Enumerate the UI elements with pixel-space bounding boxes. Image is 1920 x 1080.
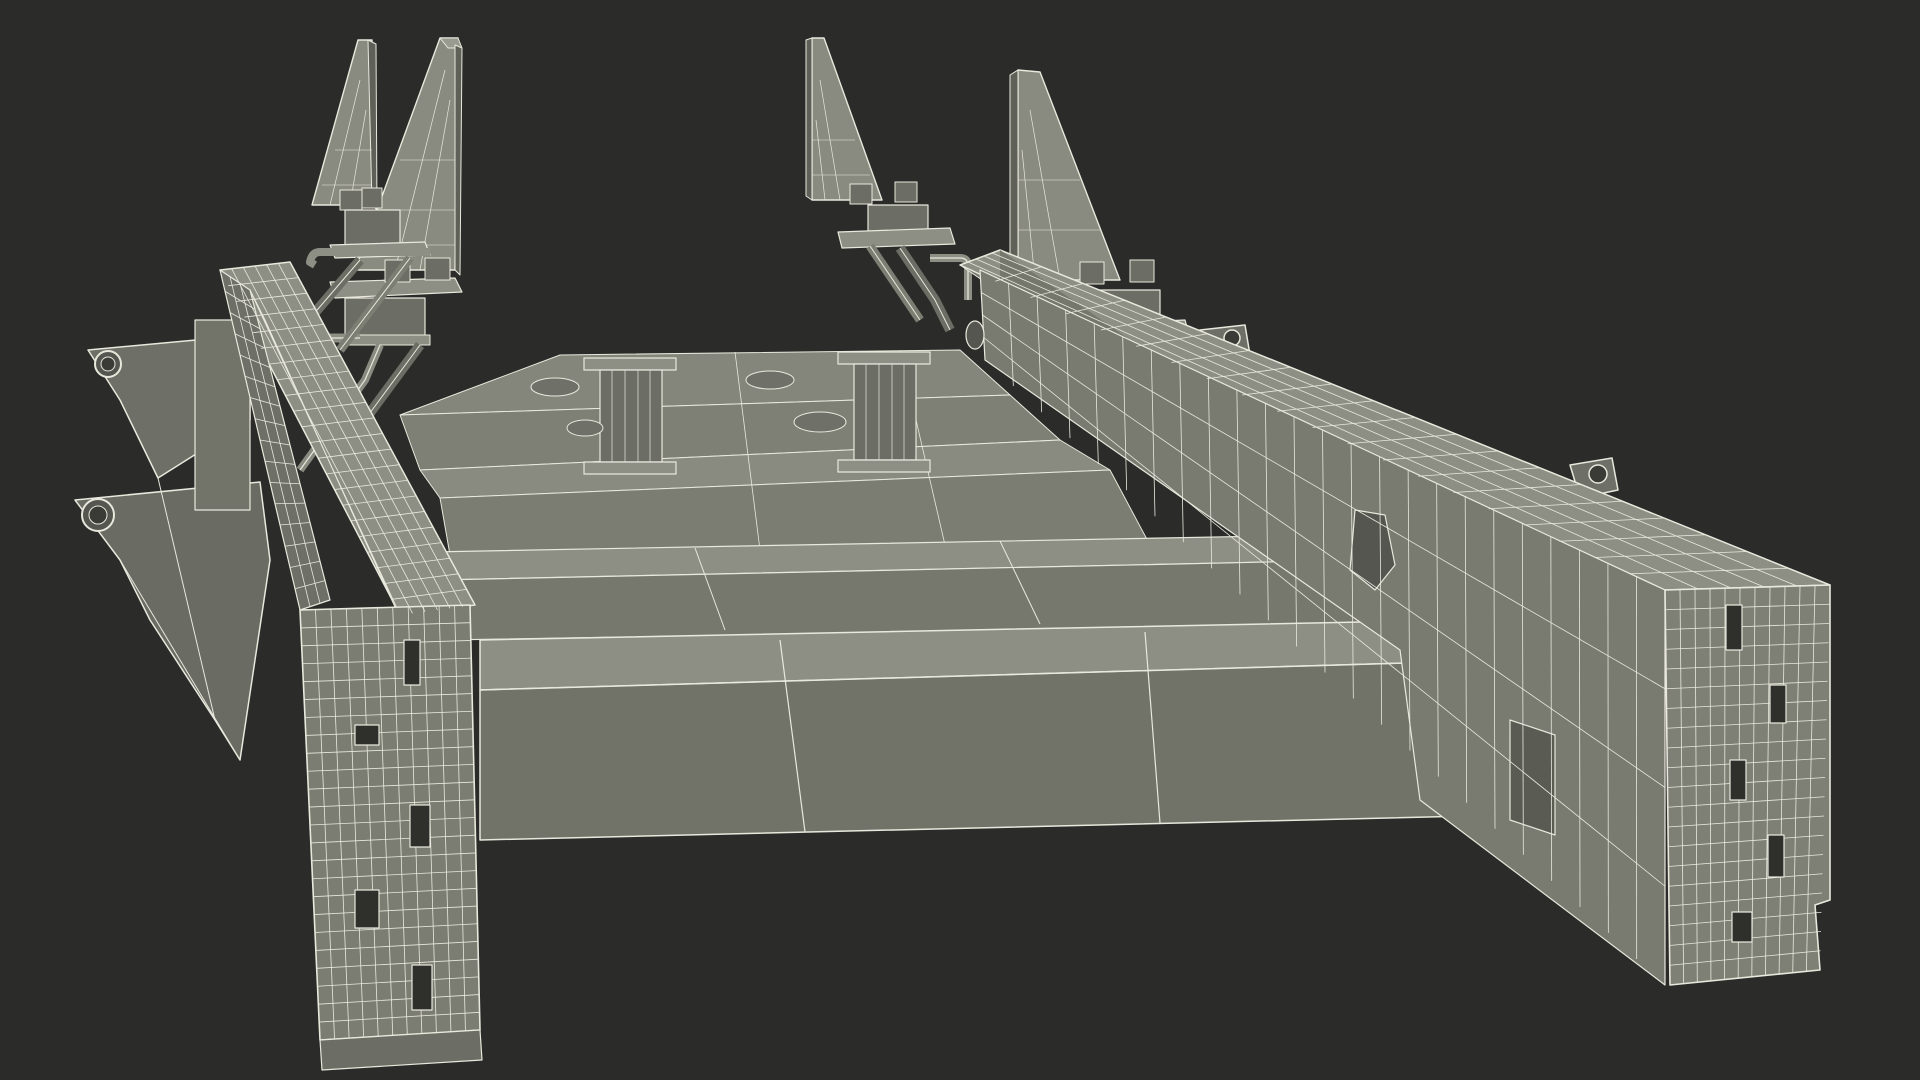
viewport <box>0 0 1920 1080</box>
front-cross-beam <box>479 619 1511 841</box>
wireframe-render <box>0 0 1920 1080</box>
